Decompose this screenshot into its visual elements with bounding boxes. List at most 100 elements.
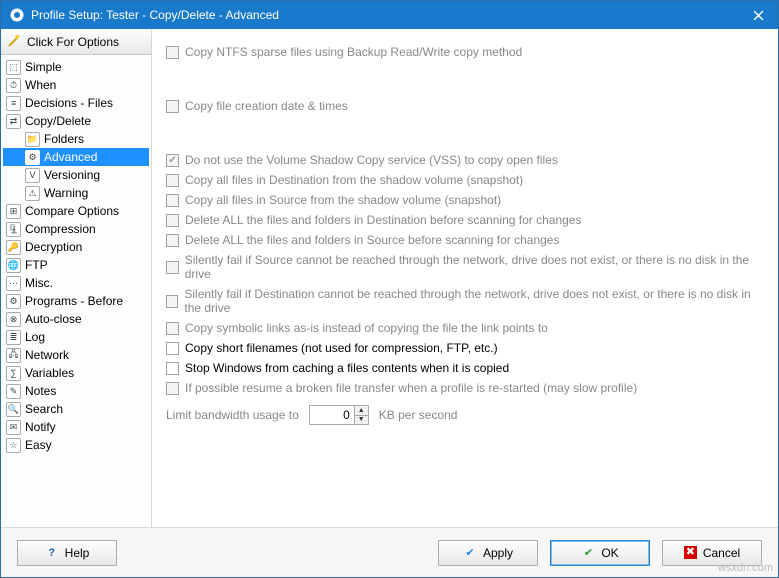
- content-panel: Copy NTFS sparse files using Backup Read…: [152, 29, 778, 527]
- nav-icon: 📁: [25, 132, 40, 147]
- sidebar-item-network[interactable]: 🖧 Network: [3, 346, 149, 364]
- checkbox: [166, 261, 179, 274]
- stepper-up[interactable]: ▲: [355, 406, 368, 416]
- option-row: Stop Windows from caching a files conten…: [166, 361, 764, 375]
- options-header[interactable]: Click For Options: [1, 29, 151, 55]
- sidebar-item-label: Advanced: [44, 150, 97, 164]
- sidebar-item-label: Compare Options: [25, 204, 119, 218]
- titlebar: Profile Setup: Tester - Copy/Delete - Ad…: [1, 1, 778, 29]
- option-row: Copy file creation date & times: [166, 99, 764, 113]
- sidebar-item-variables[interactable]: ∑Variables: [3, 364, 149, 382]
- sidebar-item-misc-[interactable]: ⋯ Misc.: [3, 274, 149, 292]
- nav-icon: 🔑: [6, 240, 21, 255]
- sidebar-item-search[interactable]: 🔍Search: [3, 400, 149, 418]
- nav-icon: ☆: [6, 438, 21, 453]
- stepper-down[interactable]: ▼: [355, 416, 368, 425]
- sidebar-item-when[interactable]: ⏱When: [3, 76, 149, 94]
- sidebar-item-ftp[interactable]: 🌐FTP: [3, 256, 149, 274]
- option-row: Silently fail if Destination cannot be r…: [166, 287, 764, 315]
- sidebar-item-warning[interactable]: ⚠Warning: [3, 184, 149, 202]
- app-icon: [9, 7, 25, 23]
- sidebar-item-versioning[interactable]: VVersioning: [3, 166, 149, 184]
- sidebar-item-decryption[interactable]: 🔑 Decryption: [3, 238, 149, 256]
- option-row: Copy all files in Source from the shadow…: [166, 193, 764, 207]
- sidebar-item-label: Notify: [25, 420, 56, 434]
- option-label[interactable]: Stop Windows from caching a files conten…: [185, 361, 509, 375]
- nav-icon: ⊞: [6, 204, 21, 219]
- sidebar-item-copy-delete[interactable]: ⇄Copy/Delete: [3, 112, 149, 130]
- sidebar-item-label: Network: [25, 348, 69, 362]
- sidebar-item-notify[interactable]: ✉Notify: [3, 418, 149, 436]
- bandwidth-input[interactable]: [310, 406, 354, 424]
- cancel-label: Cancel: [703, 546, 740, 560]
- watermark: wsxdn.com: [718, 562, 773, 574]
- sidebar-item-advanced[interactable]: ⚙ Advanced: [3, 148, 149, 166]
- option-row: Delete ALL the files and folders in Dest…: [166, 213, 764, 227]
- nav-icon: ≣: [6, 330, 21, 345]
- check-icon: ✔: [463, 546, 477, 560]
- option-label: Do not use the Volume Shadow Copy servic…: [185, 153, 558, 167]
- checkbox: [166, 295, 178, 308]
- bandwidth-label: Limit bandwidth usage to: [166, 408, 299, 422]
- bandwidth-row: Limit bandwidth usage to ▲ ▼ KB per seco…: [166, 405, 764, 425]
- nav-icon: ⊗: [6, 312, 21, 327]
- help-button[interactable]: ? Help: [17, 540, 117, 566]
- checkbox: [166, 382, 179, 395]
- ok-button[interactable]: ✔ OK: [550, 540, 650, 566]
- ok-icon: ✔: [581, 546, 595, 560]
- nav-icon: ✎: [6, 384, 21, 399]
- sidebar-item-label: Simple: [25, 60, 62, 74]
- nav-icon: ⬚: [6, 60, 21, 75]
- options-header-label: Click For Options: [27, 35, 119, 49]
- option-label: Delete ALL the files and folders in Sour…: [185, 233, 559, 247]
- sidebar-item-label: Decryption: [25, 240, 82, 254]
- sidebar-item-programs-before[interactable]: ⚙Programs - Before: [3, 292, 149, 310]
- checkbox: [166, 214, 179, 227]
- checkbox[interactable]: [166, 342, 179, 355]
- nav-icon: 🖧: [6, 348, 21, 363]
- option-label[interactable]: Copy short filenames (not used for compr…: [185, 341, 498, 355]
- sidebar-item-label: Copy/Delete: [25, 114, 91, 128]
- sidebar-item-label: When: [25, 78, 56, 92]
- sidebar-item-compression[interactable]: 🗜Compression: [3, 220, 149, 238]
- sidebar-item-decisions-files[interactable]: ≡Decisions - Files: [3, 94, 149, 112]
- stepper-arrows: ▲ ▼: [354, 406, 368, 424]
- nav-icon: 🔍: [6, 402, 21, 417]
- nav-icon: ⋯: [6, 276, 21, 291]
- checkbox: [166, 194, 179, 207]
- sidebar-item-label: Warning: [44, 186, 88, 200]
- sidebar-item-label: Folders: [44, 132, 84, 146]
- sidebar-item-simple[interactable]: ⬚ Simple: [3, 58, 149, 76]
- checkbox[interactable]: [166, 362, 179, 375]
- help-label: Help: [65, 546, 90, 560]
- sidebar-item-compare-options[interactable]: ⊞ Compare Options: [3, 202, 149, 220]
- option-label: Delete ALL the files and folders in Dest…: [185, 213, 581, 227]
- bandwidth-unit: KB per second: [379, 408, 458, 422]
- cancel-icon: ✖: [684, 546, 697, 559]
- sidebar-item-label: Auto-close: [25, 312, 82, 326]
- apply-label: Apply: [483, 546, 513, 560]
- sidebar-item-label: Decisions - Files: [25, 96, 113, 110]
- option-row: Copy symbolic links as-is instead of cop…: [166, 321, 764, 335]
- nav-icon: ⚙: [25, 150, 40, 165]
- option-label: Silently fail if Destination cannot be r…: [184, 287, 764, 315]
- bandwidth-stepper[interactable]: ▲ ▼: [309, 405, 369, 425]
- apply-button[interactable]: ✔ Apply: [438, 540, 538, 566]
- sidebar-item-label: Misc.: [25, 276, 53, 290]
- close-button[interactable]: [738, 1, 778, 29]
- nav-icon: ∑: [6, 366, 21, 381]
- sidebar-item-folders[interactable]: 📁 Folders: [3, 130, 149, 148]
- sidebar-item-log[interactable]: ≣Log: [3, 328, 149, 346]
- option-label: Copy file creation date & times: [185, 99, 348, 113]
- help-icon: ?: [45, 546, 59, 560]
- sidebar-item-notes[interactable]: ✎Notes: [3, 382, 149, 400]
- sidebar-item-auto-close[interactable]: ⊗ Auto-close: [3, 310, 149, 328]
- option-row: Silently fail if Source cannot be reache…: [166, 253, 764, 281]
- window-title: Profile Setup: Tester - Copy/Delete - Ad…: [31, 8, 738, 22]
- option-label: Copy all files in Destination from the s…: [185, 173, 523, 187]
- checkbox: [166, 100, 179, 113]
- option-label: Copy symbolic links as-is instead of cop…: [185, 321, 548, 335]
- profile-setup-window: Profile Setup: Tester - Copy/Delete - Ad…: [0, 0, 779, 578]
- sidebar-item-easy[interactable]: ☆Easy: [3, 436, 149, 454]
- wand-icon: [7, 33, 22, 51]
